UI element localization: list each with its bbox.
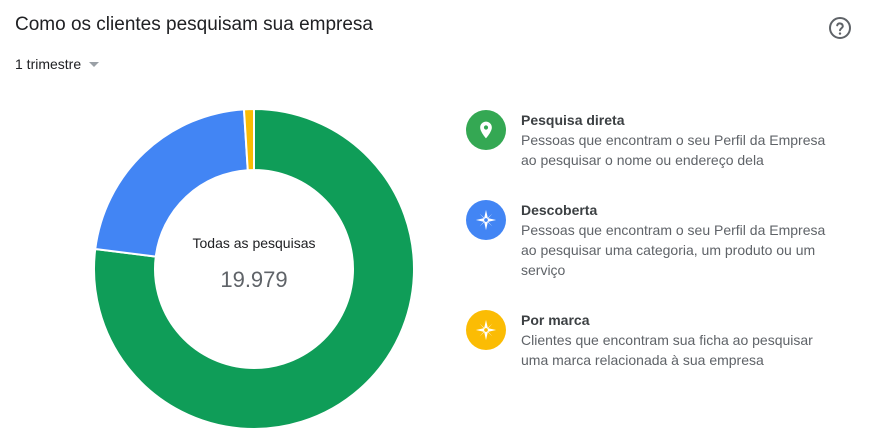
legend-title: Descoberta <box>521 202 598 218</box>
map-pin-icon <box>466 110 506 150</box>
legend-item-direct: Pesquisa direta Pessoas que encontram o … <box>466 110 831 170</box>
chart-center-total: 19.979 <box>220 267 288 292</box>
period-dropdown-label: 1 trimestre <box>15 56 82 72</box>
legend-item-brand: Por marca Clientes que encontram sua fic… <box>466 310 831 370</box>
help-circle-icon[interactable] <box>828 16 852 40</box>
chart-center-label: Todas as pesquisas <box>192 235 316 251</box>
legend-description: Pessoas que encontram o seu Perfil da Em… <box>521 132 826 168</box>
legend-item-discovery: Descoberta Pessoas que encontram o seu P… <box>466 200 831 280</box>
caret-down-icon <box>89 61 100 67</box>
donut-chart: Todas as pesquisas 19.979 <box>90 105 418 433</box>
compass-icon <box>466 200 506 240</box>
compass-icon <box>466 310 506 350</box>
period-dropdown[interactable]: 1 trimestre <box>15 56 100 72</box>
legend-description: Pessoas que encontram o seu Perfil da Em… <box>521 222 826 278</box>
legend-title: Por marca <box>521 312 590 328</box>
page-title: Como os clientes pesquisam sua empresa <box>15 14 374 35</box>
legend-title: Pesquisa direta <box>521 112 625 128</box>
legend-description: Clientes que encontram sua ficha ao pesq… <box>521 332 813 368</box>
